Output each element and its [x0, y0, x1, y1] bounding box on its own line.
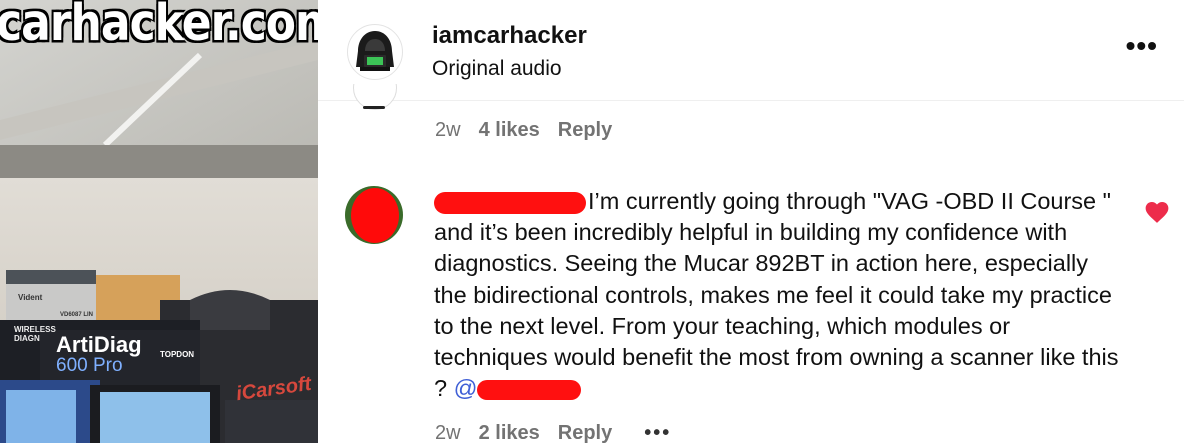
prev-comment-time: 2w: [435, 119, 461, 141]
comments-panel: iamcarhacker Original audio ••• 2w 4 like…: [318, 0, 1184, 445]
profile-avatar[interactable]: [347, 24, 403, 80]
prev-comment-reply-button[interactable]: Reply: [558, 119, 612, 141]
prev-comment-likes[interactable]: 4 likes: [479, 119, 540, 141]
hacker-logo-icon: [356, 31, 394, 71]
comment-time: 2w: [435, 422, 461, 444]
box2-model-label: VD6087 LIN: [60, 312, 94, 318]
more-options-button[interactable]: •••: [1126, 32, 1158, 60]
prev-comment-avatar[interactable]: [351, 84, 397, 124]
avatar-redaction: [351, 188, 399, 243]
video-frame[interactable]: icarhacker.com ArtiDiag 600 Pro TOPDON W…: [0, 0, 318, 443]
box-model-label: 600 Pro: [56, 355, 123, 376]
comment-text: I’m currently going through "VAG -OBD II…: [434, 188, 1119, 402]
watermark-text: icarhacker.com: [0, 0, 318, 53]
box-side-label: WIRELESS DIAGN: [14, 325, 56, 343]
mention-link[interactable]: @: [454, 375, 582, 401]
header-divider: [318, 100, 1184, 101]
comment-meta: 2w 2 likes Reply •••: [435, 422, 689, 445]
comment-options-button[interactable]: •••: [644, 422, 671, 444]
box2-brand-label: Vident: [18, 293, 43, 302]
video-still: [0, 0, 318, 443]
mention-prefix: @: [453, 375, 478, 402]
mention-redacted: [477, 380, 582, 401]
comment-body: I’m currently going through "VAG -OBD II…: [434, 186, 1124, 404]
box-maker-label: TOPDON: [160, 350, 195, 359]
audio-label[interactable]: Original audio: [432, 57, 562, 81]
comment-reply-button[interactable]: Reply: [558, 422, 612, 444]
prev-comment-meta: 2w 4 likes Reply: [435, 119, 630, 142]
header-username[interactable]: iamcarhacker: [432, 22, 587, 50]
commenter-username-redacted[interactable]: [434, 191, 586, 214]
liked-heart-icon[interactable]: [1144, 200, 1170, 224]
commenter-avatar[interactable]: [345, 186, 403, 244]
comment-likes[interactable]: 2 likes: [479, 422, 540, 444]
